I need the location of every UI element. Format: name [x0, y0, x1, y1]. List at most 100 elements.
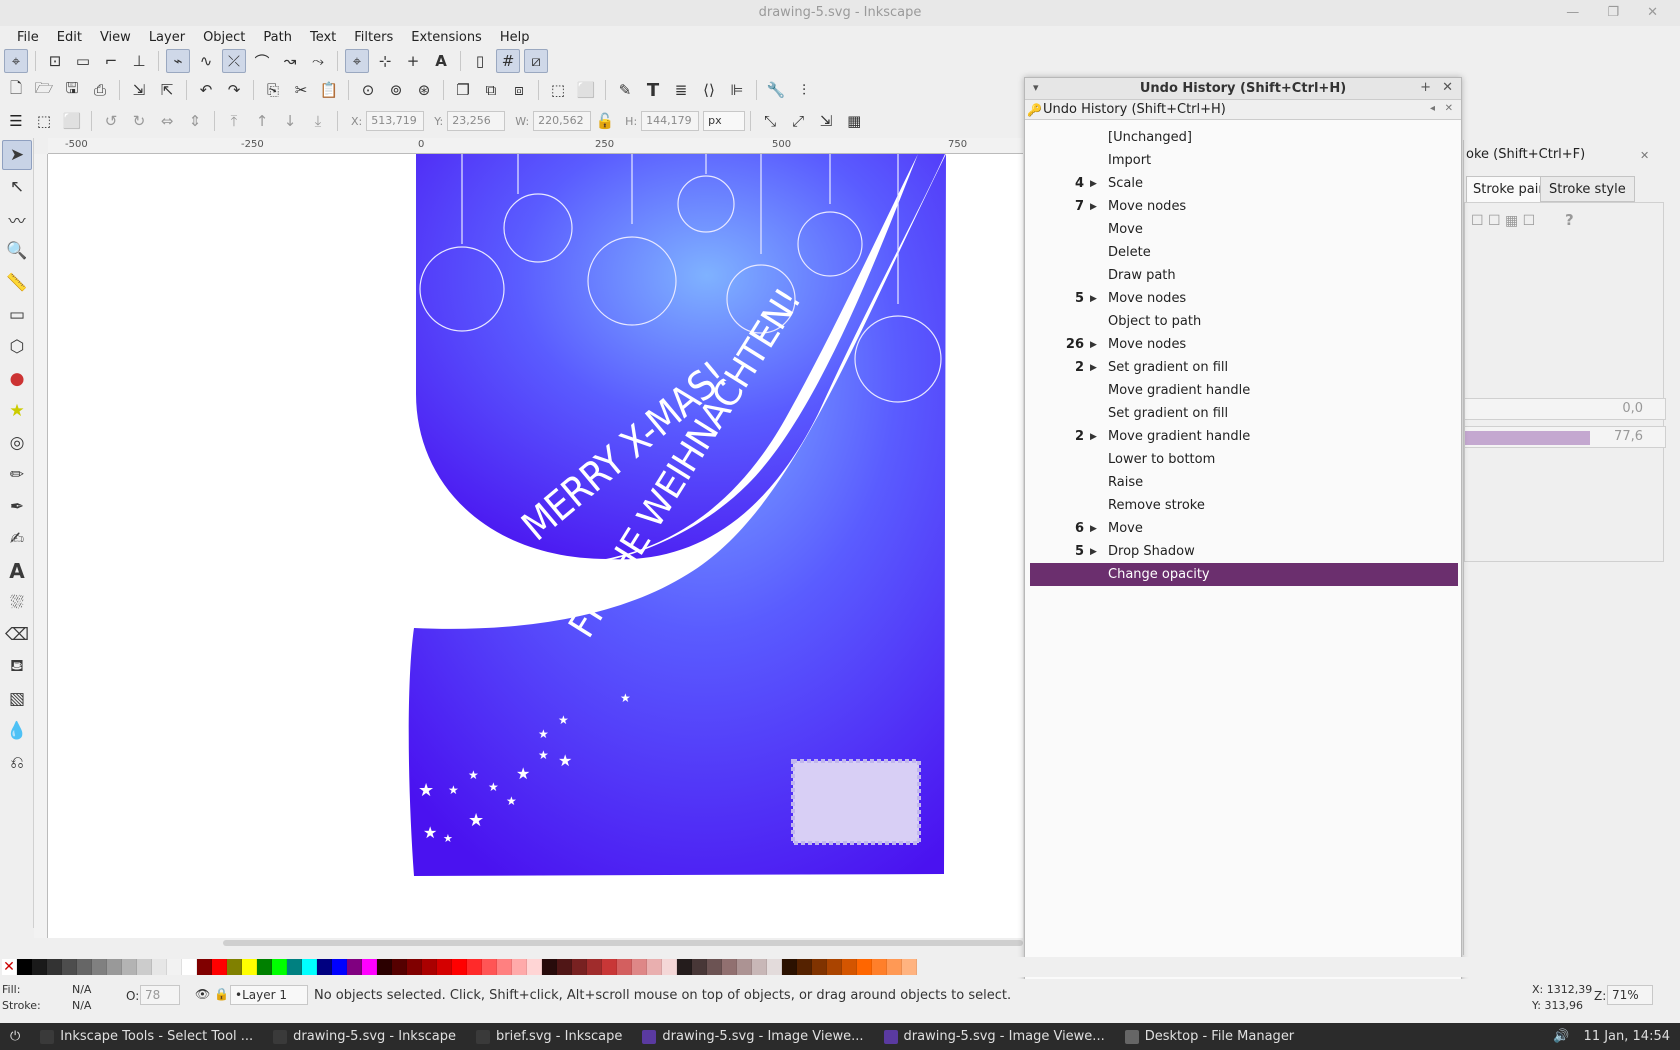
raise-top-icon[interactable]: ⤒ [222, 109, 246, 133]
taskbar-item[interactable]: brief.svg - Inkscape [466, 1023, 632, 1050]
color-swatch[interactable] [272, 959, 287, 975]
volume-icon[interactable]: 🔊 [1553, 1029, 1569, 1044]
pencil-tool-icon[interactable]: ✏ [2, 460, 32, 490]
menu-layer[interactable]: Layer [140, 30, 194, 45]
scroll-thumb[interactable] [223, 940, 1023, 946]
measure-tool-icon[interactable]: 📏 [2, 268, 32, 298]
rectangle-tool-icon[interactable]: ▭ [2, 300, 32, 330]
move-gradients-icon[interactable]: ⇲ [814, 109, 838, 133]
tweak-tool-icon[interactable]: 〰 [2, 204, 32, 234]
clock[interactable]: 11 Jan, 14:54 [1584, 1029, 1670, 1044]
layer-select[interactable]: •Layer 1 [230, 985, 308, 1005]
color-swatch[interactable] [512, 959, 527, 975]
spray-tool-icon[interactable]: ⛆ [2, 588, 32, 618]
duplicate-icon[interactable]: ❐ [451, 78, 475, 102]
fill-stroke-icon[interactable]: ✎ [613, 78, 637, 102]
expand-arrow-icon[interactable]: ▶ [1090, 202, 1104, 212]
lock-ratio-icon[interactable]: 🔓 [593, 109, 617, 133]
expand-arrow-icon[interactable]: ▶ [1090, 432, 1104, 442]
panel-close-icon[interactable]: ✕ [1640, 149, 1649, 162]
taskbar-item[interactable]: drawing-5.svg - Image Viewe... [632, 1023, 873, 1050]
zoom-selection-icon[interactable]: ⊙ [356, 78, 380, 102]
opacity-slider[interactable]: 77,6 [1464, 426, 1666, 448]
undo-history-row[interactable]: Remove stroke [1030, 494, 1458, 517]
node-tool-icon[interactable]: ↖ [2, 172, 32, 202]
color-swatch[interactable] [572, 959, 587, 975]
color-swatch[interactable] [317, 959, 332, 975]
expand-arrow-icon[interactable]: ▶ [1090, 524, 1104, 534]
new-document-icon[interactable]: 🗋 [4, 78, 28, 102]
export-icon[interactable]: ⇱ [155, 78, 179, 102]
y-field[interactable]: 23,256 [447, 111, 506, 131]
menu-extensions[interactable]: Extensions [402, 30, 491, 45]
undo-history-row[interactable]: 4 ▶ Scale [1030, 172, 1458, 195]
copy-icon[interactable]: ⎘ [261, 78, 285, 102]
color-swatch[interactable] [647, 959, 662, 975]
color-swatch[interactable] [617, 959, 632, 975]
color-swatch[interactable] [197, 959, 212, 975]
lower-icon[interactable]: ↓ [278, 109, 302, 133]
raise-icon[interactable]: ↑ [250, 109, 274, 133]
taskbar-item[interactable]: drawing-5.svg - Inkscape [263, 1023, 466, 1050]
snap-rotation-icon[interactable]: + [401, 49, 425, 73]
open-icon[interactable]: 🗁 [32, 78, 56, 102]
undo-history-row[interactable]: 2 ▶ Set gradient on fill [1030, 356, 1458, 379]
taskbar-item[interactable]: Inkscape Tools - Select Tool ... [30, 1023, 263, 1050]
color-swatch[interactable] [377, 959, 392, 975]
scale-corners-icon[interactable]: ⤢ [786, 109, 810, 133]
move-patterns-icon[interactable]: ▦ [842, 109, 866, 133]
visibility-icon[interactable]: 👁 [195, 987, 210, 1001]
unlink-clone-icon[interactable]: ⧈ [507, 78, 531, 102]
color-swatch[interactable] [107, 959, 122, 975]
x-field[interactable]: 513,719 [366, 111, 425, 131]
color-swatch[interactable] [362, 959, 377, 975]
bucket-tool-icon[interactable]: ⛾ [2, 652, 32, 682]
expand-arrow-icon[interactable]: ▶ [1090, 363, 1104, 373]
color-swatch[interactable] [392, 959, 407, 975]
color-swatch[interactable] [797, 959, 812, 975]
flip-horizontal-icon[interactable]: ⇔ [155, 109, 179, 133]
undo-history-row[interactable]: Draw path [1030, 264, 1458, 287]
undo-history-row[interactable]: Move gradient handle [1030, 379, 1458, 402]
blur-field[interactable]: 0,0 [1464, 398, 1666, 420]
help-icon[interactable]: ? [1565, 211, 1574, 229]
undo-history-row[interactable]: 6 ▶ Move [1030, 517, 1458, 540]
color-swatch[interactable] [722, 959, 737, 975]
unit-select[interactable]: px [703, 111, 746, 131]
color-swatch[interactable] [842, 959, 857, 975]
star-tool-icon[interactable]: ★ [2, 396, 32, 426]
ellipse-tool-icon[interactable]: ● [2, 364, 32, 394]
color-swatch[interactable] [527, 959, 542, 975]
menu-text[interactable]: Text [301, 30, 345, 45]
ungroup-icon[interactable]: ⬜ [574, 78, 598, 102]
text-font-icon[interactable]: T [641, 78, 665, 102]
expand-arrow-icon[interactable]: ▶ [1090, 340, 1104, 350]
color-swatch[interactable] [482, 959, 497, 975]
color-swatch[interactable] [77, 959, 92, 975]
color-swatch[interactable] [422, 959, 437, 975]
snap-page-icon[interactable]: ▯ [468, 49, 492, 73]
snap-bbox-icon[interactable]: ⊡ [43, 49, 67, 73]
dock-iconify-icon[interactable]: ◂ [1430, 103, 1435, 114]
color-swatch[interactable] [122, 959, 137, 975]
undo-icon[interactable]: ↶ [194, 78, 218, 102]
color-swatch[interactable] [857, 959, 872, 975]
undo-history-row[interactable]: Import [1030, 149, 1458, 172]
snap-grid-icon[interactable]: # [496, 49, 520, 73]
connector-tool-icon[interactable]: ⎌ [2, 748, 32, 778]
snap-enable-icon[interactable]: ⌖ [4, 49, 28, 73]
color-swatch[interactable] [902, 959, 917, 975]
color-swatch[interactable] [62, 959, 77, 975]
color-swatch[interactable] [887, 959, 902, 975]
print-icon[interactable]: ⎙ [88, 78, 112, 102]
color-swatch[interactable] [587, 959, 602, 975]
dropper-tool-icon[interactable]: 💧 [2, 716, 32, 746]
window-controls[interactable]: — ❐ ✕ [1566, 0, 1670, 26]
dialog-close-icon[interactable]: ✕ [1442, 80, 1453, 95]
expand-arrow-icon[interactable]: ▶ [1090, 179, 1104, 189]
snap-smooth-icon[interactable]: ↝ [278, 49, 302, 73]
color-swatch[interactable] [737, 959, 752, 975]
scale-stroke-icon[interactable]: ⤡ [758, 109, 782, 133]
undo-history-row[interactable]: 7 ▶ Move nodes [1030, 195, 1458, 218]
undo-history-row[interactable]: [Unchanged] [1030, 126, 1458, 149]
